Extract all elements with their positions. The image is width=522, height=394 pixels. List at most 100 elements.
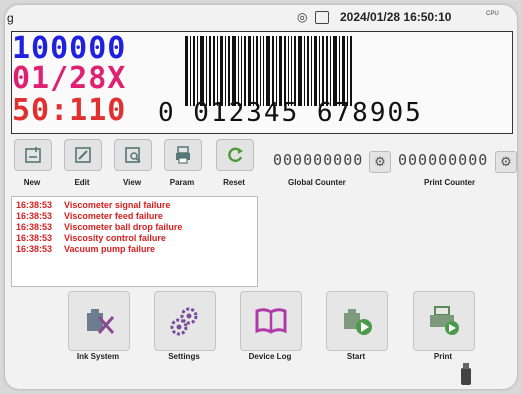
barcode-bar (322, 36, 324, 106)
barcode-bar (298, 36, 302, 106)
barcode-bar (339, 36, 340, 106)
barcode-bar (279, 36, 282, 106)
global-counter-value: 000000000 (273, 151, 364, 169)
barcode-bar (228, 36, 230, 106)
barcode-bar (291, 36, 292, 106)
alarm-log[interactable]: 16:38:53 Viscometer signal failure 16:38:… (11, 196, 258, 287)
start-icon (344, 309, 372, 335)
barcode-bar (185, 36, 188, 106)
barcode-bar (288, 36, 289, 106)
barcode-bar (200, 36, 204, 106)
new-file-icon (25, 147, 41, 163)
app-name: g (7, 11, 14, 25)
barcode-bar (347, 36, 348, 106)
barcode-bar (213, 36, 215, 106)
barcode-bar (314, 36, 317, 106)
settings-button[interactable] (154, 291, 216, 351)
barcode-bar (193, 36, 195, 106)
reset-button[interactable] (216, 139, 254, 171)
device-log-label: Device Log (248, 352, 292, 361)
ink-system-label: Ink System (76, 352, 120, 361)
reset-label: Reset (223, 178, 245, 187)
barcode-bar (220, 36, 223, 106)
barcode-bar (256, 36, 258, 106)
barcode-bar (266, 36, 270, 106)
storage-icon (315, 11, 329, 24)
barcode-bar (197, 36, 198, 106)
view-button[interactable] (114, 139, 152, 171)
preview-line-2: 01/28X (12, 61, 127, 96)
barcode-text: 0 012345 678905 (158, 98, 423, 128)
barcode-bar (238, 36, 239, 106)
edit-icon (75, 147, 91, 163)
status-bar: g ◎ 2024/01/28 16:50:10 CPU (5, 5, 517, 29)
preview-line-3: 50:110 (12, 93, 127, 128)
barcode-bar (248, 36, 251, 106)
barcode-bar (244, 36, 246, 106)
new-label: New (23, 178, 41, 187)
device-log-button[interactable] (240, 291, 302, 351)
log-row: 16:38:53 Viscosity control failure (16, 233, 166, 243)
book-icon (255, 308, 287, 334)
barcode-bar (326, 36, 328, 106)
barcode-bar (260, 36, 261, 106)
barcode-bar (206, 36, 207, 106)
printer-panel: g ◎ 2024/01/28 16:50:10 CPU 100000 01/28… (5, 5, 517, 389)
barcode-bar (319, 36, 320, 106)
barcode-bar (304, 36, 305, 106)
barcode-bar (253, 36, 254, 106)
param-button[interactable] (164, 139, 202, 171)
print-icon (430, 306, 459, 335)
global-counter-settings-button[interactable]: ⚙ (369, 151, 391, 173)
barcode-bar (330, 36, 331, 106)
start-button[interactable] (326, 291, 388, 351)
settings-gears-icon (170, 307, 198, 336)
gear-icon: ⚙ (374, 154, 386, 169)
barcode-image (185, 36, 507, 106)
barcode-bar (311, 36, 312, 106)
print-label: Print (433, 352, 453, 361)
edit-label: Edit (74, 178, 90, 187)
view-label: View (122, 178, 142, 187)
barcode-bar (225, 36, 226, 106)
reset-icon (228, 147, 243, 163)
cpu-indicator: CPU (486, 11, 499, 17)
new-button[interactable] (14, 139, 52, 171)
network-icon: ◎ (297, 10, 308, 24)
barcode-bar (272, 36, 274, 106)
barcode-bar (190, 36, 191, 106)
log-row: 16:38:53 Vacuum pump failure (16, 244, 156, 254)
edit-button[interactable] (64, 139, 102, 171)
barcode-bar (209, 36, 211, 106)
barcode-bar (232, 36, 236, 106)
usb-icon (461, 363, 471, 385)
barcode-bar (241, 36, 242, 106)
barcode-bar (284, 36, 286, 106)
printer-param-icon (176, 146, 190, 164)
message-preview[interactable]: 100000 01/28X 50:110 0 012345 678905 (11, 31, 513, 134)
start-label: Start (346, 352, 366, 361)
ink-system-icon (87, 309, 115, 334)
barcode-bar (217, 36, 218, 106)
ink-system-button[interactable] (68, 291, 130, 351)
param-label: Param (169, 178, 195, 187)
view-icon (125, 147, 141, 163)
barcode-bar (350, 36, 352, 106)
settings-label: Settings (168, 352, 200, 361)
log-row: 16:38:53 Viscometer ball drop failure (16, 222, 183, 232)
barcode-bar (333, 36, 337, 106)
gear-icon: ⚙ (500, 154, 512, 169)
global-counter-label: Global Counter (288, 178, 346, 187)
preview-line-1: 100000 (12, 31, 127, 66)
log-row: 16:38:53 Viscometer signal failure (16, 200, 171, 210)
print-counter-value: 000000000 (398, 151, 489, 169)
print-button[interactable] (413, 291, 475, 351)
log-row: 16:38:53 Viscometer feed failure (16, 211, 163, 221)
barcode-bar (307, 36, 309, 106)
print-counter-label: Print Counter (424, 178, 476, 187)
barcode-bar (263, 36, 264, 106)
datetime: 2024/01/28 16:50:10 (340, 10, 452, 24)
barcode-bar (342, 36, 345, 106)
barcode-bar (276, 36, 277, 106)
print-counter-settings-button[interactable]: ⚙ (495, 151, 517, 173)
